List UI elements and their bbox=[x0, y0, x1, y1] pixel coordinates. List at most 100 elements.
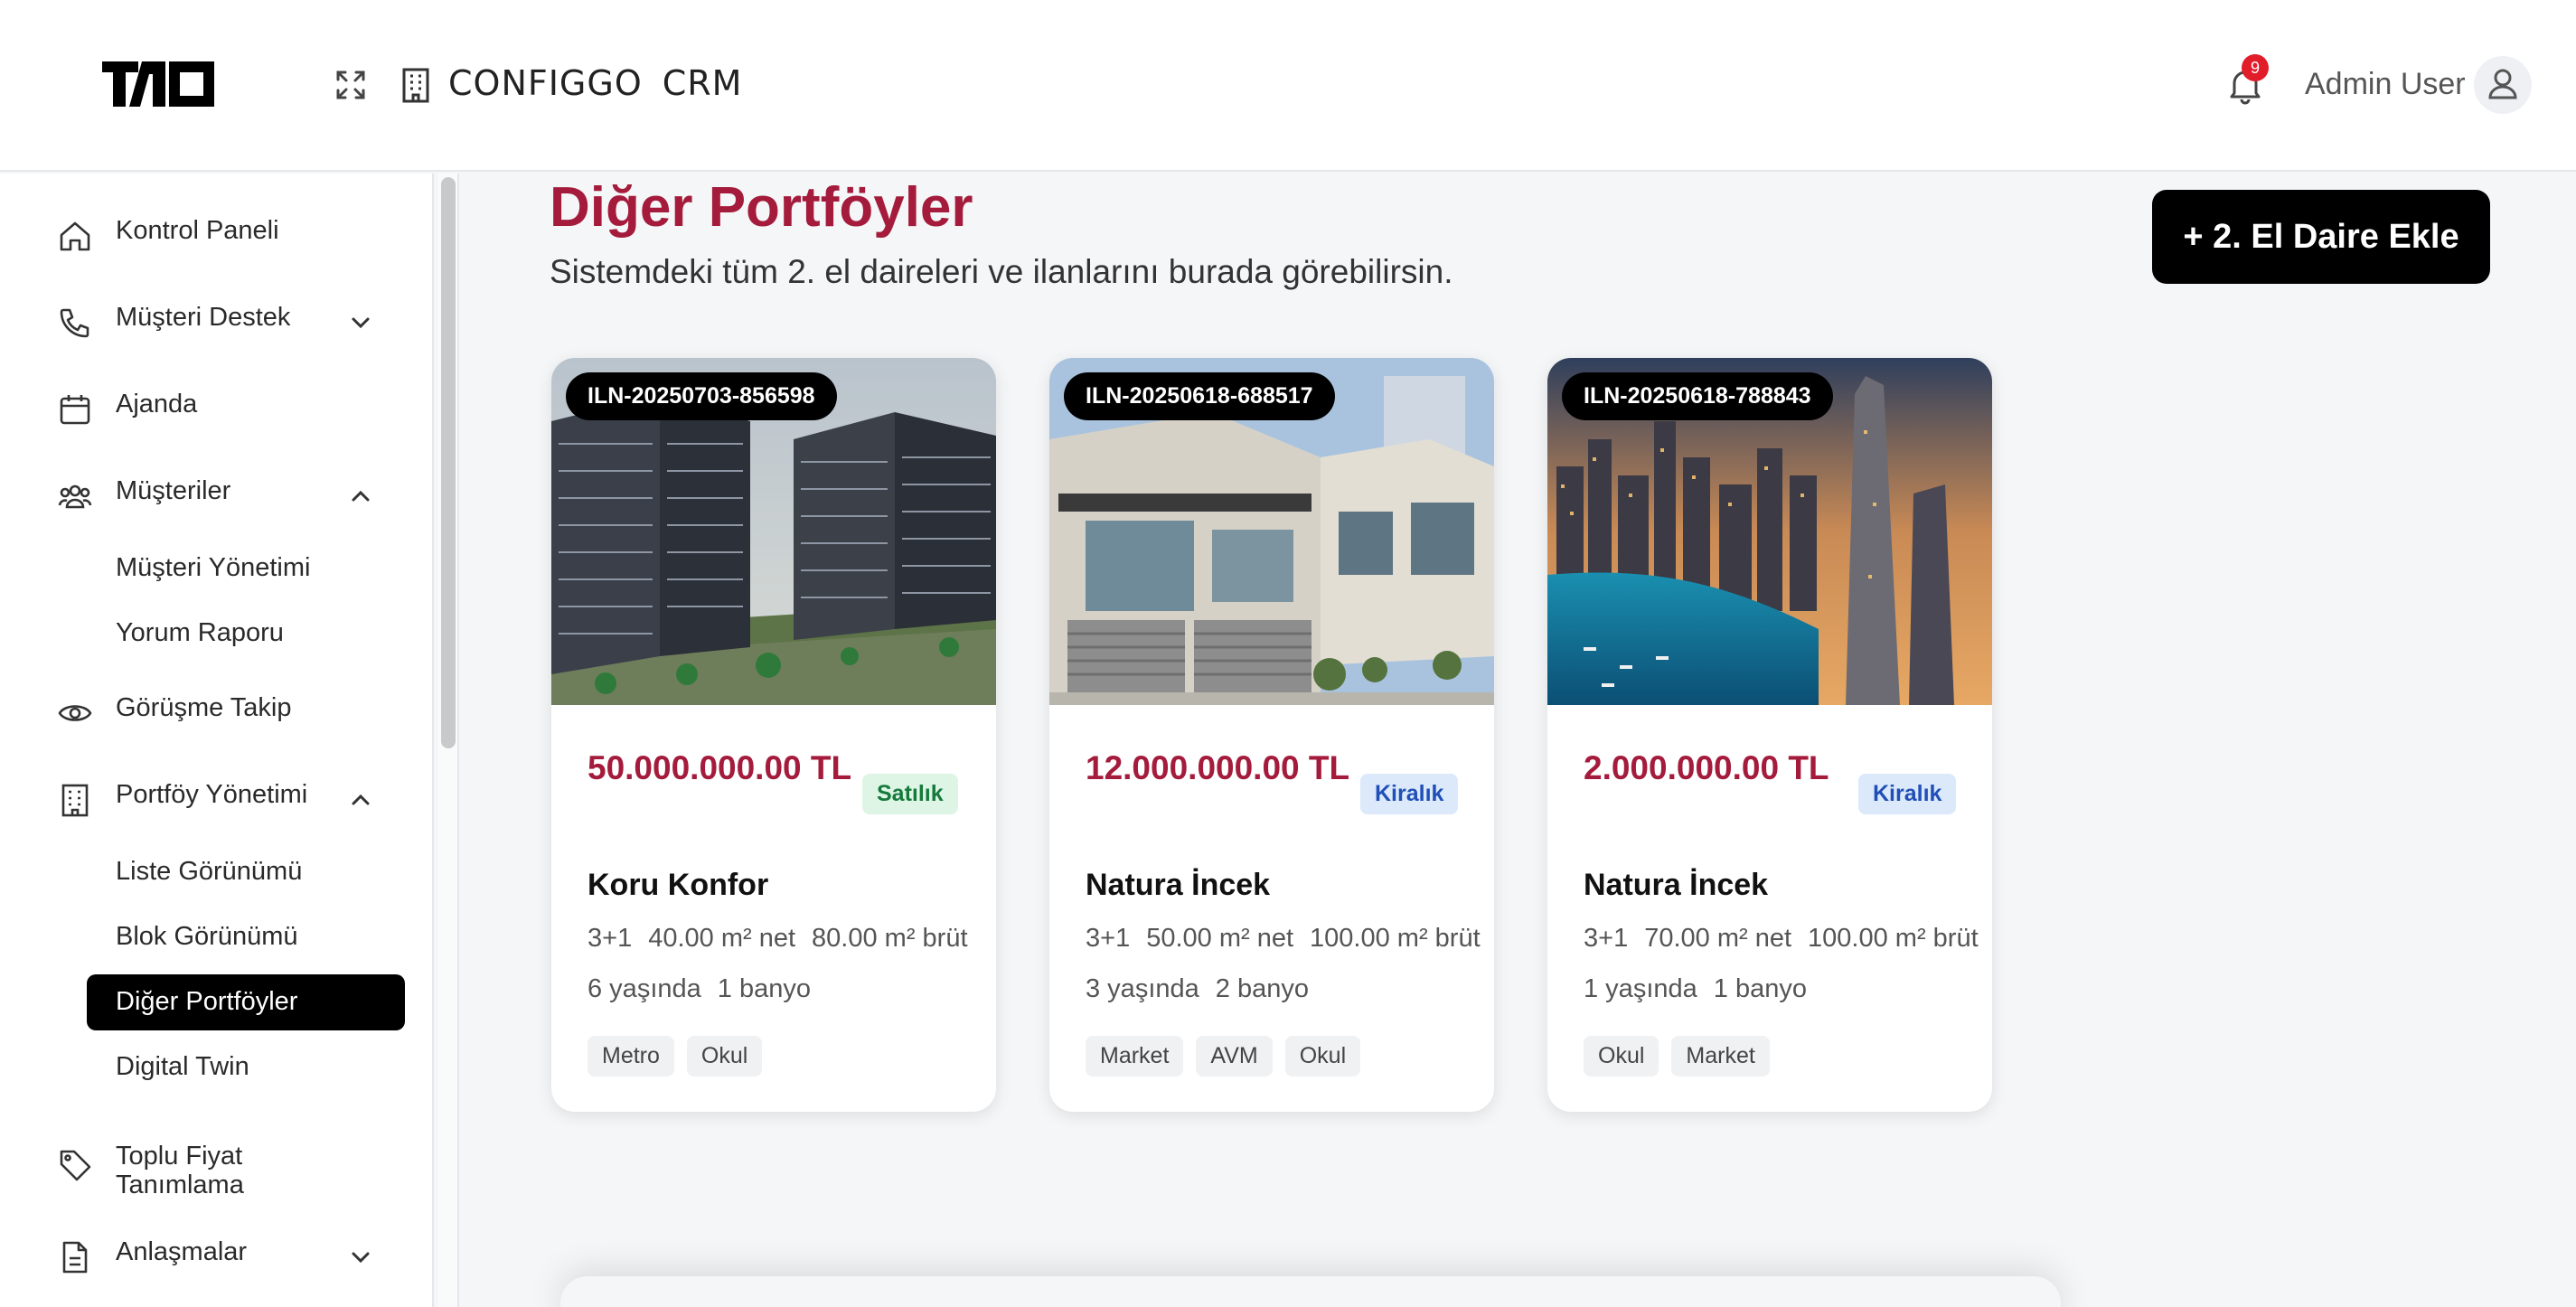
listing-tags: Okul Market bbox=[1584, 1036, 1782, 1077]
listing-specs: 3+1 70.00 m² net 100.00 m² brüt bbox=[1584, 924, 1992, 954]
sidebar-item-portfoy-yonetimi[interactable]: Portföy Yönetimi bbox=[0, 763, 434, 835]
sidebar: Kontrol Paneli Müşteri Destek Ajanda Müş… bbox=[0, 174, 434, 1307]
sidebar-item-label: Portföy Yönetimi bbox=[116, 780, 308, 809]
page-subtitle: Sistemdeki tüm 2. el daireleri ve ilanla… bbox=[550, 253, 1453, 290]
sidebar-item-musteriler[interactable]: Müşteriler bbox=[0, 459, 434, 531]
tag: AVM bbox=[1196, 1036, 1273, 1077]
users-icon bbox=[58, 484, 92, 509]
sidebar-item-label: Müşteriler bbox=[116, 476, 231, 505]
chevron-down-icon[interactable] bbox=[347, 309, 374, 336]
chevron-up-icon[interactable] bbox=[347, 786, 374, 813]
sidebar-subitem-musteri-yonetimi[interactable]: Müşteri Yönetimi bbox=[87, 541, 405, 597]
sidebar-subitem-digital-twin[interactable]: Digital Twin bbox=[87, 1039, 405, 1095]
building-age: 6 yaşında bbox=[588, 974, 701, 1003]
status-badge: Kiralık bbox=[1858, 774, 1957, 814]
listing-details: 6 yaşında 1 banyo bbox=[588, 974, 827, 1004]
expand-icon[interactable] bbox=[334, 69, 367, 101]
brand-configgo: CONFIGGO bbox=[448, 63, 643, 103]
sidebar-item-ajanda[interactable]: Ajanda bbox=[0, 372, 434, 445]
phone-icon bbox=[60, 308, 89, 338]
sidebar-subitem-yorum-raporu[interactable]: Yorum Raporu bbox=[87, 606, 405, 662]
status-badge: Satılık bbox=[862, 774, 958, 814]
listing-name: Natura İncek bbox=[1086, 868, 1271, 902]
user-icon bbox=[2488, 69, 2517, 99]
sidebar-item-label: Kontrol Paneli bbox=[116, 216, 279, 245]
sidebar-subitem-blok-gorunumu[interactable]: Blok Görünümü bbox=[87, 909, 405, 965]
net-area: 40.00 m² net bbox=[648, 924, 796, 953]
sidebar-item-label: Müşteri Destek bbox=[116, 303, 291, 332]
listing-card[interactable]: ILN-20250618-688517 12.000.000.00 TL Kir… bbox=[1049, 358, 1494, 1112]
listing-specs: 3+1 40.00 m² net 80.00 m² brüt bbox=[588, 924, 984, 954]
home-icon bbox=[60, 221, 90, 251]
chevron-up-icon[interactable] bbox=[347, 483, 374, 510]
next-section-edge bbox=[560, 1276, 2061, 1307]
tag: Metro bbox=[588, 1036, 674, 1077]
rooms: 3+1 bbox=[1086, 924, 1131, 953]
sidebar-item-label: Toplu Fiyat Tanımlama bbox=[116, 1142, 244, 1199]
calendar-icon bbox=[60, 395, 90, 425]
tno-logo[interactable] bbox=[102, 58, 215, 110]
listing-code: ILN-20250618-788843 bbox=[1562, 372, 1833, 420]
avatar[interactable] bbox=[2474, 56, 2532, 114]
listing-name: Koru Konfor bbox=[588, 868, 769, 902]
listing-details: 3 yaşında 2 banyo bbox=[1086, 974, 1325, 1004]
rooms: 3+1 bbox=[588, 924, 633, 953]
top-header: CONFIGGO CRM 9 Admin User bbox=[0, 0, 2576, 172]
rooms: 3+1 bbox=[1584, 924, 1629, 953]
tag: Okul bbox=[686, 1036, 763, 1077]
listing-price: 2.000.000.00 TL bbox=[1584, 749, 1829, 786]
listing-price: 12.000.000.00 TL bbox=[1086, 749, 1350, 786]
sidebar-subitem-liste-gorunumu[interactable]: Liste Görünümü bbox=[87, 844, 405, 900]
listing-tags: Market AVM Okul bbox=[1086, 1036, 1373, 1077]
listing-code: ILN-20250618-688517 bbox=[1064, 372, 1335, 420]
sidebar-subitem-label: Blok Görünümü bbox=[116, 922, 298, 951]
chevron-down-icon[interactable] bbox=[347, 1244, 374, 1271]
tag: Okul bbox=[1584, 1036, 1659, 1077]
tag: Market bbox=[1086, 1036, 1184, 1077]
sidebar-subitem-label: Digital Twin bbox=[116, 1052, 249, 1081]
listing-name: Natura İncek bbox=[1584, 868, 1769, 902]
notification-badge: 9 bbox=[2242, 54, 2269, 81]
building-icon bbox=[402, 68, 429, 103]
listing-specs: 3+1 50.00 m² net 100.00 m² brüt bbox=[1086, 924, 1494, 954]
sidebar-subitem-label: Müşteri Yönetimi bbox=[116, 553, 311, 582]
document-icon bbox=[62, 1241, 88, 1274]
net-area: 70.00 m² net bbox=[1644, 924, 1792, 953]
bathrooms: 2 banyo bbox=[1215, 974, 1309, 1003]
listing-tags: Metro Okul bbox=[588, 1036, 775, 1077]
building-age: 3 yaşında bbox=[1086, 974, 1199, 1003]
sidebar-item-label: Anlaşmalar bbox=[116, 1237, 248, 1266]
gross-area: 100.00 m² brüt bbox=[1310, 924, 1481, 953]
page-title: Diğer Portföyler bbox=[550, 176, 973, 239]
tag: Okul bbox=[1284, 1036, 1361, 1077]
sidebar-subitem-label: Liste Görünümü bbox=[116, 857, 303, 886]
brand-crm: CRM bbox=[662, 63, 743, 103]
tag: Market bbox=[1671, 1036, 1770, 1077]
net-area: 50.00 m² net bbox=[1146, 924, 1294, 953]
sidebar-item-toplu-fiyat[interactable]: Toplu Fiyat Tanımlama bbox=[0, 1124, 434, 1200]
user-name[interactable]: Admin User bbox=[2305, 67, 2466, 102]
gross-area: 100.00 m² brüt bbox=[1808, 924, 1979, 953]
sidebar-item-anlasmalar[interactable]: Anlaşmalar bbox=[0, 1220, 434, 1293]
eye-icon bbox=[58, 705, 92, 721]
sidebar-item-label: Ajanda bbox=[116, 390, 198, 418]
listing-card[interactable]: ILN-20250618-788843 2.000.000.00 TL Kira… bbox=[1547, 358, 1992, 1112]
sidebar-scrollbar-thumb[interactable] bbox=[441, 177, 456, 748]
sidebar-item-musteri-destek[interactable]: Müşteri Destek bbox=[0, 286, 434, 358]
sidebar-subitem-diger-portfoyler[interactable]: Diğer Portföyler bbox=[87, 974, 405, 1030]
bathrooms: 1 banyo bbox=[717, 974, 811, 1003]
sidebar-subitem-label: Yorum Raporu bbox=[116, 618, 284, 647]
listing-card[interactable]: ILN-20250703-856598 50.000.000.00 TL Sat… bbox=[551, 358, 996, 1112]
gross-area: 80.00 m² brüt bbox=[812, 924, 968, 953]
listing-code: ILN-20250703-856598 bbox=[566, 372, 837, 420]
sidebar-item-gorusme-takip[interactable]: Görüşme Takip bbox=[0, 676, 434, 748]
status-badge: Kiralık bbox=[1360, 774, 1459, 814]
sidebar-subitem-label: Diğer Portföyler bbox=[116, 987, 298, 1016]
add-listing-button[interactable]: + 2. El Daire Ekle bbox=[2152, 190, 2490, 284]
sidebar-item-kontrol-paneli[interactable]: Kontrol Paneli bbox=[0, 199, 434, 271]
building-icon bbox=[61, 784, 89, 817]
listing-price: 50.000.000.00 TL bbox=[588, 749, 852, 786]
tag-icon bbox=[60, 1150, 91, 1181]
building-age: 1 yaşında bbox=[1584, 974, 1697, 1003]
bathrooms: 1 banyo bbox=[1713, 974, 1807, 1003]
